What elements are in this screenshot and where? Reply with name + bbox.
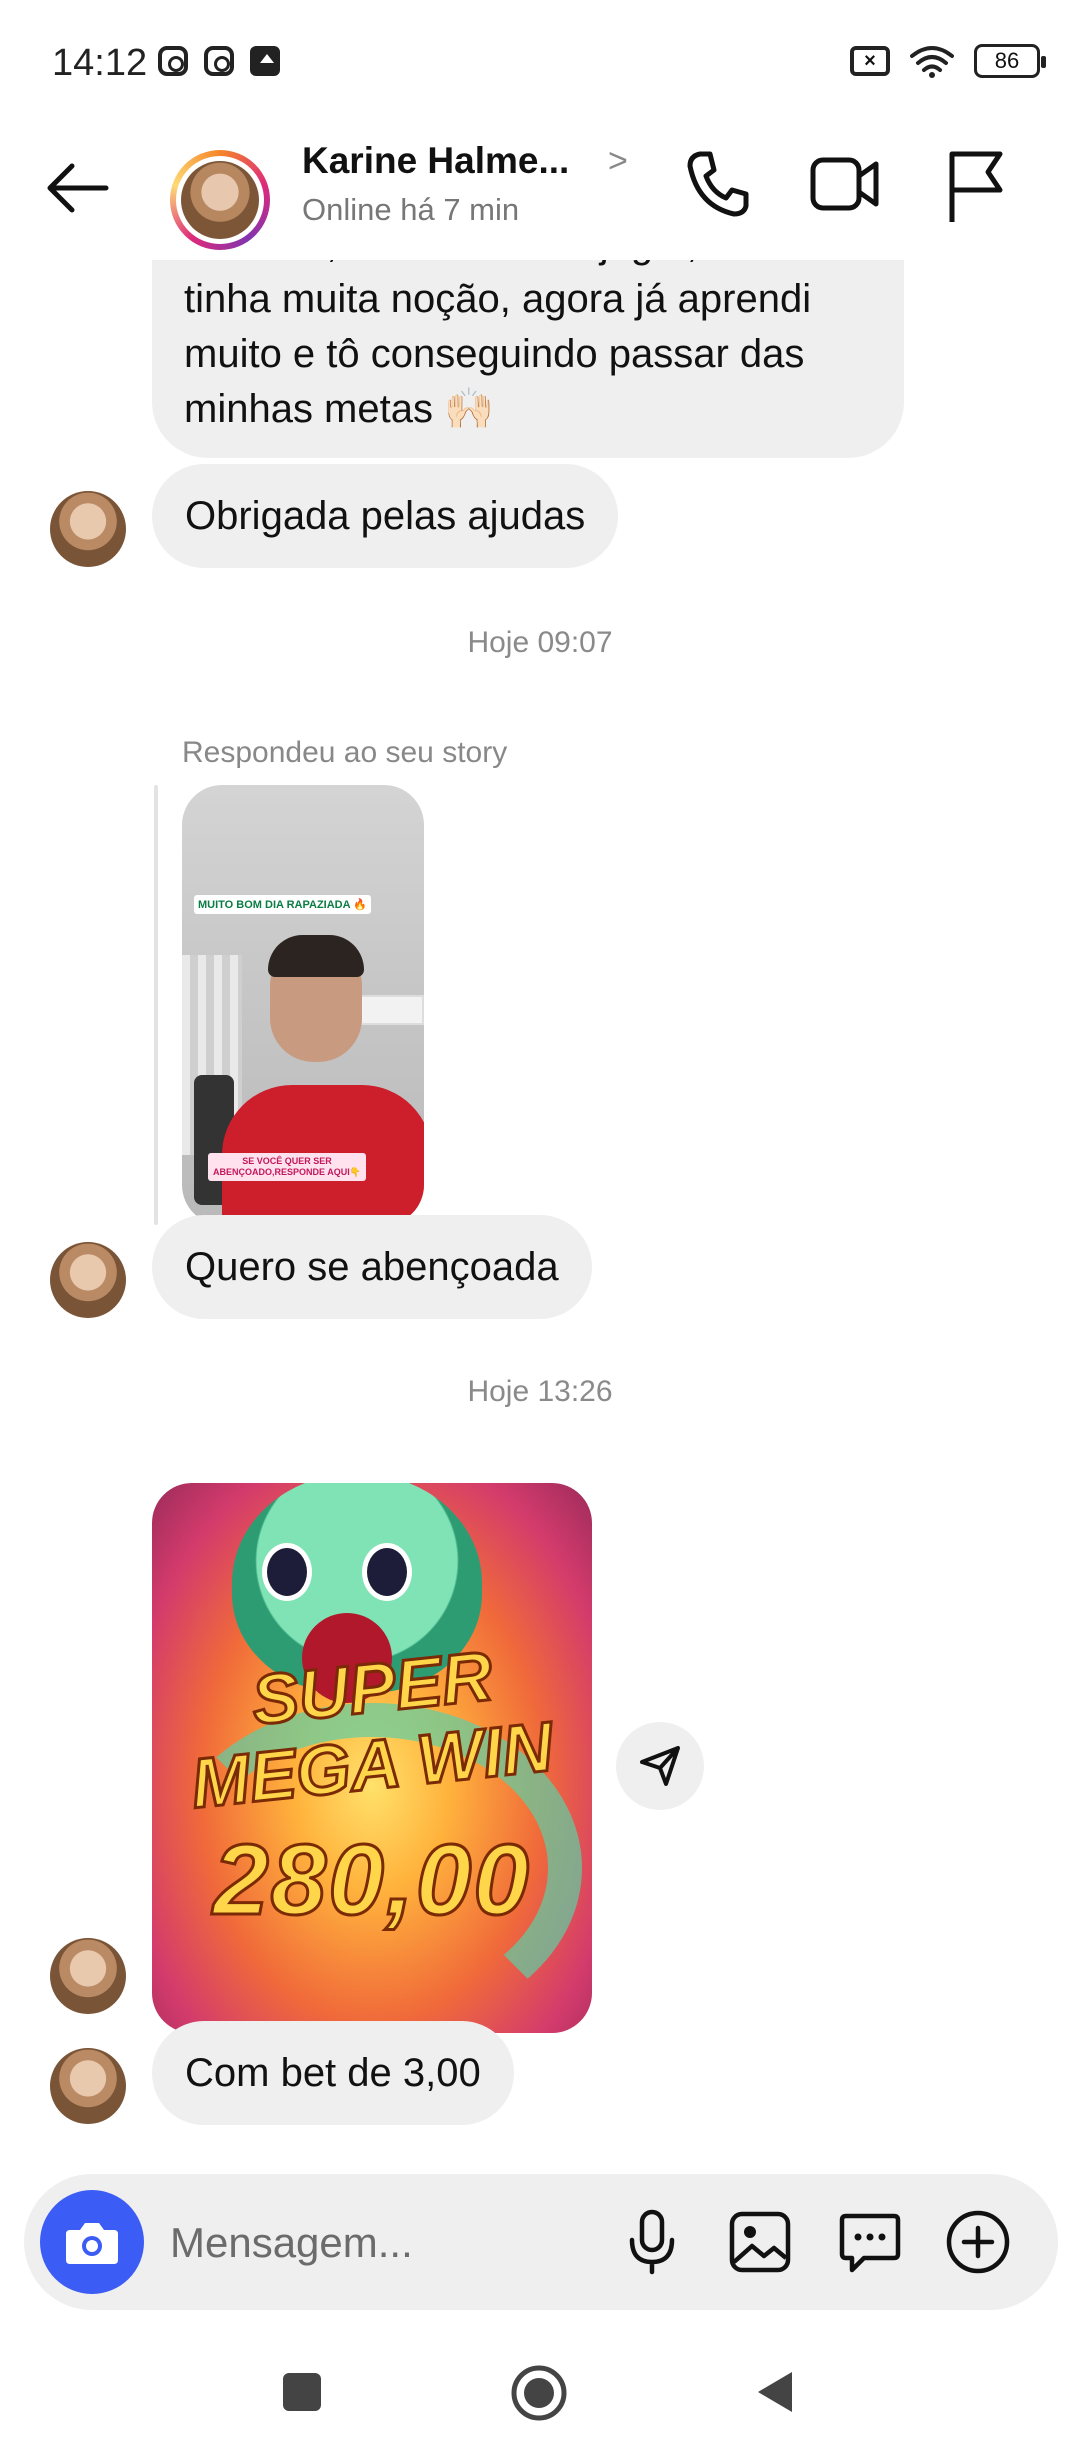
upload-icon xyxy=(250,46,280,76)
phone-call-icon[interactable] xyxy=(684,148,750,220)
message-bubble[interactable]: Obrigada pelas ajudas xyxy=(152,464,619,568)
chevron-right-icon[interactable]: > xyxy=(608,142,628,181)
contact-mini-avatar[interactable] xyxy=(50,1938,126,2014)
notification-icons xyxy=(158,46,280,76)
camera-icon xyxy=(66,2223,118,2264)
camera-button[interactable] xyxy=(40,2190,144,2294)
no-sim-icon: × xyxy=(850,46,890,76)
send-icon xyxy=(640,1746,680,1786)
contact-mini-avatar[interactable] xyxy=(50,1242,126,1318)
message-bubble[interactable]: Com bet de 3,00 xyxy=(152,2021,514,2125)
contact-mini-avatar[interactable] xyxy=(50,2048,126,2124)
video-call-icon[interactable] xyxy=(808,148,880,220)
message-bubble[interactable]: Quero se abençoada xyxy=(152,1215,592,1319)
system-icons: × 86 xyxy=(850,44,1046,78)
story-thumbnail[interactable]: MUITO BOM DIA RAPAZIADA 🔥 SE VOCÊ QUER S… xyxy=(182,785,424,1225)
message-line: muito e tô conseguindo passar das xyxy=(184,332,805,376)
shared-image-promo[interactable]: SUPER MEGA WIN 280,00 xyxy=(152,1483,592,2033)
status-time: 14:12 xyxy=(52,42,148,84)
gallery-icon[interactable] xyxy=(726,2208,794,2276)
message-line: minhas metas 🙌🏻 xyxy=(184,387,494,431)
contact-avatar[interactable] xyxy=(170,150,270,250)
wifi-icon xyxy=(910,46,954,78)
home-icon[interactable] xyxy=(510,2364,568,2422)
timestamp-separator: Hoje 09:07 xyxy=(467,626,613,659)
recent-apps-icon[interactable] xyxy=(280,2370,324,2414)
contact-status: Online há 7 min xyxy=(302,192,520,227)
status-bar: 14:12 × 86 xyxy=(0,0,1080,120)
sticker-chat-icon[interactable] xyxy=(836,2208,904,2276)
story-reply-label: Respondeu ao seu story xyxy=(182,736,508,769)
promo-amount: 280,00 xyxy=(212,1823,531,1938)
message-composer xyxy=(24,2174,1058,2310)
instagram-icon xyxy=(204,46,234,76)
message-line: tinha muita noção, agora já aprendi xyxy=(184,277,812,321)
message-input[interactable] xyxy=(168,2204,592,2282)
battery-icon: 86 xyxy=(974,44,1046,78)
back-arrow-icon[interactable] xyxy=(42,156,112,220)
contact-name[interactable]: Karine Halme... xyxy=(302,140,569,182)
android-nav-bar xyxy=(0,2340,1080,2460)
share-button[interactable] xyxy=(616,1722,704,1810)
chat-header: Karine Halme... > Online há 7 min xyxy=(0,120,1080,260)
story-caption-bottom: SE VOCÊ QUER SER ABENÇOADO,RESPONDE AQUI… xyxy=(208,1153,366,1181)
back-triangle-icon[interactable] xyxy=(752,2368,796,2416)
add-circle-icon[interactable] xyxy=(944,2208,1012,2276)
story-reply-line xyxy=(154,785,158,1225)
contact-mini-avatar[interactable] xyxy=(50,491,126,567)
timestamp-separator: Hoje 13:26 xyxy=(467,1375,613,1408)
microphone-icon[interactable] xyxy=(618,2208,686,2276)
instagram-icon xyxy=(158,46,188,76)
flag-icon[interactable] xyxy=(944,148,1006,224)
story-caption-top: MUITO BOM DIA RAPAZIADA 🔥 xyxy=(194,895,371,914)
